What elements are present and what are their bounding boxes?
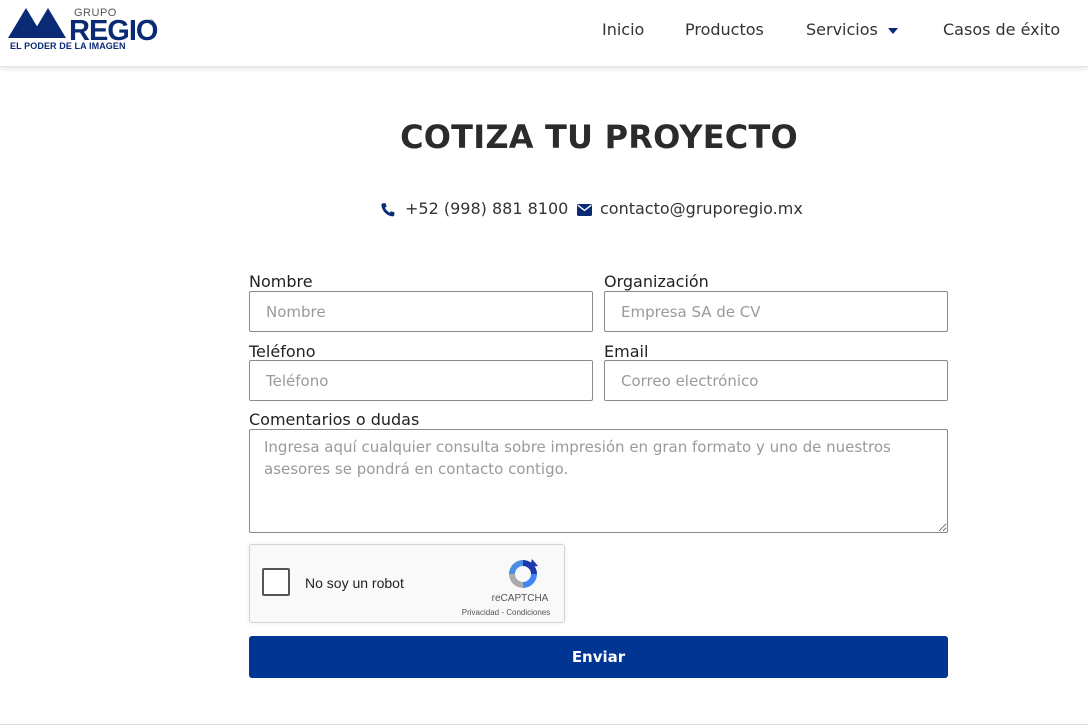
comments-label: Comentarios o dudas xyxy=(249,410,420,429)
organization-label: Organización xyxy=(604,272,709,291)
main-nav: Inicio Productos Servicios Casos de éxit… xyxy=(0,20,1088,42)
recaptcha-brand: reCAPTCHA xyxy=(491,593,549,604)
recaptcha-links[interactable]: Privacidad - Condiciones xyxy=(450,608,562,617)
phone-label: Teléfono xyxy=(249,342,316,361)
name-label: Nombre xyxy=(249,272,313,291)
organization-input[interactable] xyxy=(604,291,948,332)
site-header: GRUPO REGIO ® EL PODER DE LA IMAGEN Inic… xyxy=(0,0,1088,67)
nav-item-casos-de-exito[interactable]: Casos de éxito xyxy=(943,20,1060,39)
nav-item-inicio[interactable]: Inicio xyxy=(602,20,644,39)
chevron-down-icon[interactable] xyxy=(888,28,898,34)
recaptcha-widget: No soy un robot reCAPTCHA Privacidad - C… xyxy=(249,544,565,623)
contact-phone[interactable]: +52 (998) 881 8100 xyxy=(405,199,568,218)
contact-info: +52 (998) 881 8100 contacto@gruporegio.m… xyxy=(0,199,1088,221)
name-input[interactable] xyxy=(249,291,593,332)
contact-email[interactable]: contacto@gruporegio.mx xyxy=(600,199,803,218)
recaptcha-label: No soy un robot xyxy=(305,575,404,591)
comments-textarea[interactable] xyxy=(249,429,948,533)
phone-input[interactable] xyxy=(249,360,593,401)
recaptcha-checkbox[interactable] xyxy=(262,568,290,596)
submit-button[interactable]: Enviar xyxy=(249,636,948,678)
quote-page: GRUPO REGIO ® EL PODER DE LA IMAGEN Inic… xyxy=(0,0,1088,726)
page-divider xyxy=(0,724,1088,725)
recaptcha-logo-icon xyxy=(509,559,538,588)
phone-icon xyxy=(381,203,395,217)
page-title: COTIZA TU PROYECTO xyxy=(400,118,798,156)
nav-item-servicios[interactable]: Servicios xyxy=(806,20,878,39)
nav-item-productos[interactable]: Productos xyxy=(685,20,764,39)
email-input[interactable] xyxy=(604,360,948,401)
brand-tagline: EL PODER DE LA IMAGEN xyxy=(10,41,126,51)
email-icon xyxy=(577,204,592,216)
email-label: Email xyxy=(604,342,649,361)
